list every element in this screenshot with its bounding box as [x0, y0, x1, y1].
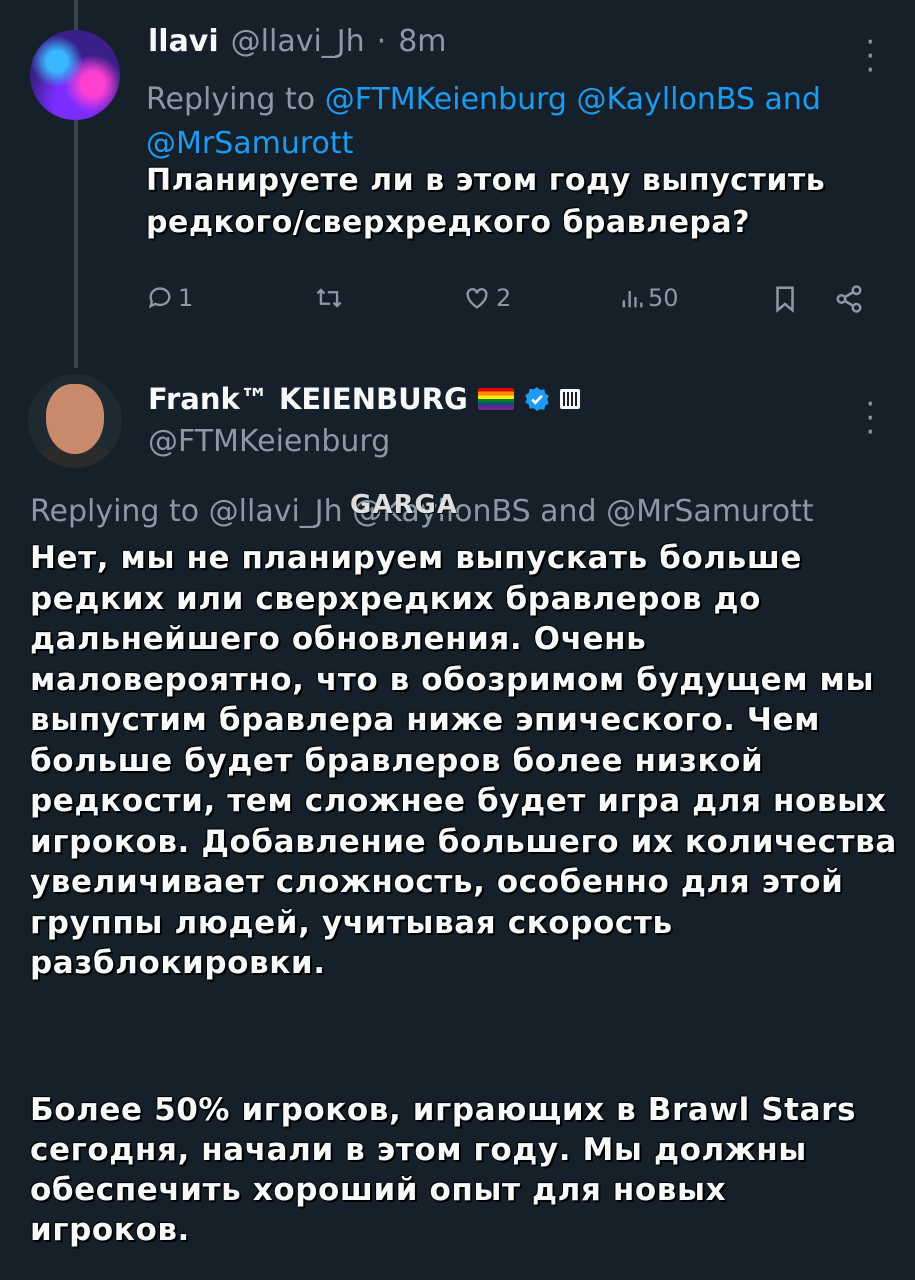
author-handle[interactable]: @FTMKeienburg: [148, 424, 390, 459]
mention-link[interactable]: @FTMKeienburg: [325, 82, 567, 117]
separator-dot: ·: [376, 24, 387, 59]
bookmark-icon: [776, 286, 794, 313]
share-button[interactable]: [834, 284, 864, 314]
views-button[interactable]: 50: [620, 284, 679, 312]
watermark: GARGA: [350, 490, 458, 520]
mention-link[interactable]: @KayllonBS: [577, 82, 755, 117]
replying-to-line: Replying to @FTMKeienburg @KayllonBS and…: [146, 78, 886, 166]
reply-count: 1: [178, 284, 194, 312]
reply-button[interactable]: 1: [146, 284, 193, 312]
bookmark-button[interactable]: [772, 284, 798, 314]
like-button[interactable]: 2: [462, 284, 511, 312]
avatar-face: [46, 384, 104, 454]
share-icon: [836, 285, 862, 313]
avatar-frank[interactable]: [28, 374, 122, 468]
reply-tweet-header: llavi @llavi_Jh · 8m: [148, 24, 447, 59]
author-handle[interactable]: @llavi_Jh: [231, 24, 365, 59]
main-tweet-author: Frank™ KEIENBURG: [148, 382, 580, 416]
like-icon: [466, 288, 488, 309]
mention-link[interactable]: @MrSamurott: [146, 126, 353, 161]
like-count: 2: [496, 284, 512, 312]
verified-badge-icon[interactable]: [524, 386, 550, 412]
reply-icon: [148, 287, 171, 309]
author-name[interactable]: Frank™ KEIENBURG: [148, 382, 468, 416]
pride-flag-icon: [477, 388, 514, 410]
main-tweet-paragraph-2: Более 50% игроков, играющих в Brawl Star…: [30, 1092, 857, 1248]
more-icon[interactable]: · · ·: [865, 390, 875, 448]
reply-tweet-text: Планируете ли в этом году выпустить редк…: [146, 163, 826, 240]
main-tweet-paragraph-1: Нет, мы не планируем выпускать больше ре…: [30, 540, 897, 981]
author-name[interactable]: llavi: [148, 24, 219, 59]
retweet-button[interactable]: [314, 284, 348, 312]
affiliation-badge-icon[interactable]: [559, 389, 580, 409]
action-bar: 1 2 50: [146, 284, 876, 324]
retweet-icon: [316, 288, 342, 308]
and-word: and: [764, 82, 821, 117]
timestamp[interactable]: 8m: [398, 24, 446, 59]
more-icon[interactable]: · · ·: [865, 28, 875, 86]
replying-prefix: Replying to: [146, 82, 316, 117]
views-count: 50: [648, 284, 679, 312]
views-icon: [622, 291, 643, 308]
avatar-llavi[interactable]: [30, 30, 120, 120]
